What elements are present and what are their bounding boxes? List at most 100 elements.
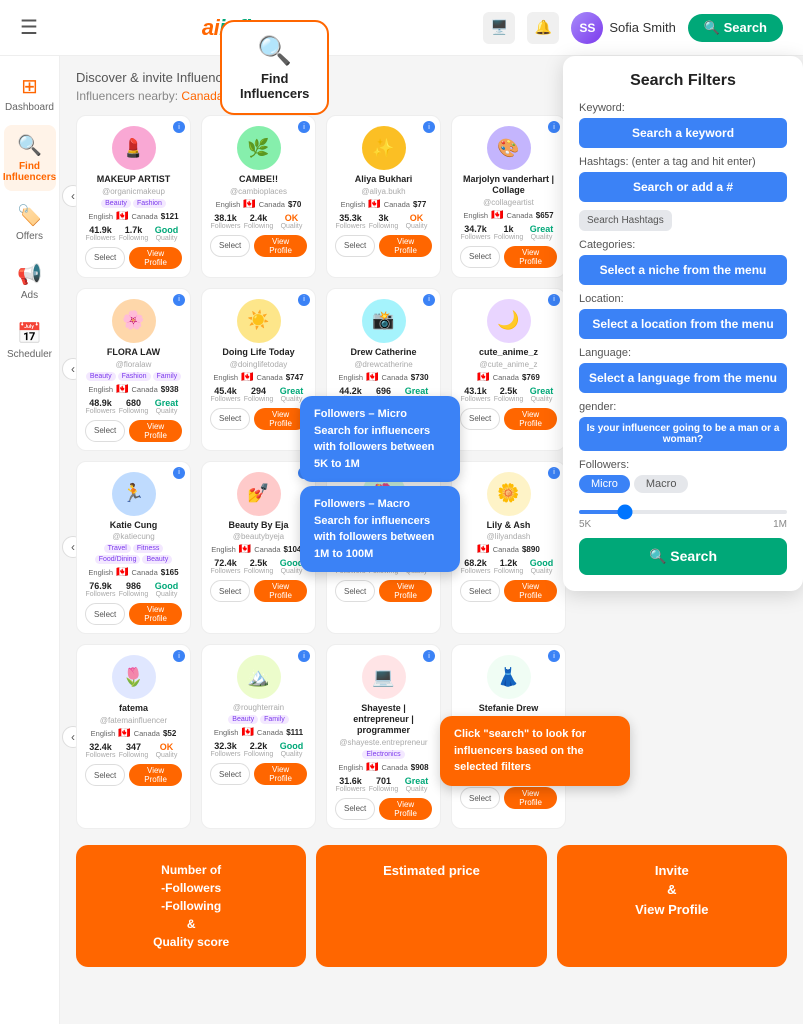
info-icon[interactable]: i [548, 650, 560, 662]
select-button[interactable]: Select [460, 246, 500, 268]
view-profile-button[interactable]: View Profile [129, 764, 182, 786]
micro-tab[interactable]: Micro [579, 475, 630, 493]
gender-button[interactable]: Is your influencer going to be a man or … [579, 417, 787, 451]
select-button[interactable]: Select [210, 580, 250, 602]
influencer-actions: Select View Profile [335, 798, 432, 820]
language-button[interactable]: Select a language from the menu [579, 363, 787, 393]
influencer-actions: Select View Profile [210, 580, 307, 602]
ads-icon: 📢 [17, 262, 42, 287]
following-value: 2.4k [243, 213, 274, 223]
view-profile-button[interactable]: View Profile [254, 235, 307, 257]
select-button[interactable]: Select [85, 764, 125, 786]
avatar: SS [571, 12, 603, 44]
info-icon[interactable]: i [548, 294, 560, 306]
view-profile-button[interactable]: View Profile [504, 580, 557, 602]
info-icon[interactable]: i [298, 121, 310, 133]
view-profile-button[interactable]: View Profile [379, 580, 432, 602]
influencer-actions: Select View Profile [85, 603, 182, 625]
select-button[interactable]: Select [335, 580, 375, 602]
view-profile-button[interactable]: View Profile [504, 408, 557, 430]
influencer-card: i 🌿 CAMBE!! @cambioplaces English🇨🇦Canad… [201, 115, 316, 278]
info-icon[interactable]: i [173, 294, 185, 306]
sidebar-item-dashboard[interactable]: ⊞ Dashboard [4, 66, 56, 121]
view-profile-button[interactable]: View Profile [254, 763, 307, 785]
influencer-card: i 🌙 cute_anime_z @cute_anime_z 🇨🇦Canada$… [451, 288, 566, 451]
influencer-actions: Select View Profile [85, 247, 182, 269]
tooltip-search: Click "search" to look for influencers b… [440, 716, 630, 786]
influencer-handle: @collageartist [460, 198, 557, 207]
keyword-button[interactable]: Search a keyword [579, 118, 787, 148]
followers-label-stat: Followers [85, 408, 116, 415]
find-influencers-label: Find Influencers [240, 71, 309, 101]
view-profile-button[interactable]: View Profile [254, 580, 307, 602]
avatar-wrap[interactable]: SS Sofia Smith [571, 12, 675, 44]
influencer-handle: @organicmakeup [85, 187, 182, 196]
influencer-meta: English🇨🇦Canada$121 [85, 211, 182, 222]
info-icon[interactable]: i [423, 650, 435, 662]
select-button[interactable]: Select [85, 247, 125, 269]
view-profile-button[interactable]: View Profile [379, 798, 432, 820]
influencer-stats: 45.4k Followers 294 Following Great Qual… [210, 386, 307, 403]
select-button[interactable]: Select [210, 235, 250, 257]
influencer-actions: Select View Profile [460, 787, 557, 809]
view-profile-button[interactable]: View Profile [129, 247, 182, 269]
followers-value: 32.4k [85, 742, 116, 752]
influencer-name: Aliya Bukhari [335, 174, 432, 185]
select-button[interactable]: Select [335, 798, 375, 820]
info-icon[interactable]: i [173, 650, 185, 662]
view-profile-button[interactable]: View Profile [129, 420, 182, 442]
influencer-actions: Select View Profile [85, 420, 182, 442]
influencer-name: Stefanie Drew [460, 703, 557, 714]
info-icon[interactable]: i [173, 467, 185, 479]
influencer-meta: English🇨🇦Canada$70 [210, 199, 307, 210]
select-button[interactable]: Select [460, 408, 500, 430]
quality-label: Quality [526, 234, 557, 241]
following-value: 2.2k [243, 741, 274, 751]
info-icon[interactable]: i [548, 121, 560, 133]
hashtag-button[interactable]: Search or add a # [579, 172, 787, 202]
followers-value: 41.9k [85, 225, 116, 235]
location-link[interactable]: Canada [181, 89, 223, 103]
followers-range-slider[interactable] [579, 510, 787, 514]
language-label: Language: [579, 347, 787, 359]
hamburger-icon[interactable]: ☰ [20, 15, 38, 40]
select-button[interactable]: Select [210, 408, 250, 430]
nav-monitor-icon[interactable]: 🖥️ [483, 12, 515, 44]
info-icon[interactable]: i [548, 467, 560, 479]
followers-label-stat: Followers [85, 235, 116, 242]
view-profile-button[interactable]: View Profile [379, 235, 432, 257]
macro-tab[interactable]: Macro [634, 475, 689, 493]
sidebar-item-ads[interactable]: 📢 Ads [4, 254, 56, 309]
info-icon[interactable]: i [173, 121, 185, 133]
influencer-meta: English🇨🇦Canada$77 [335, 199, 432, 210]
nav-bell-icon[interactable]: 🔔 [527, 12, 559, 44]
select-button[interactable]: Select [335, 235, 375, 257]
categories-button[interactable]: Select a niche from the menu [579, 255, 787, 285]
info-icon[interactable]: i [423, 121, 435, 133]
select-button[interactable]: Select [460, 580, 500, 602]
influencer-handle: @shayeste.entrepreneur [335, 738, 432, 747]
view-profile-button[interactable]: View Profile [129, 603, 182, 625]
influencer-stats: 41.9k Followers 1.7k Following Good Qual… [85, 225, 182, 242]
info-icon[interactable]: i [423, 294, 435, 306]
select-button[interactable]: Select [85, 603, 125, 625]
location-button[interactable]: Select a location from the menu [579, 309, 787, 339]
select-button[interactable]: Select [460, 787, 500, 809]
search-hashtags-button[interactable]: Search Hashtags [579, 210, 672, 231]
info-icon[interactable]: i [298, 294, 310, 306]
followers-value: 48.9k [85, 398, 116, 408]
followers-label-stat: Followers [460, 396, 491, 403]
following-label: Following [493, 568, 524, 575]
select-button[interactable]: Select [85, 420, 125, 442]
info-icon[interactable]: i [298, 650, 310, 662]
sidebar-item-scheduler[interactable]: 📅 Scheduler [4, 313, 56, 368]
search-button[interactable]: 🔍 Search [579, 538, 787, 575]
view-profile-button[interactable]: View Profile [504, 787, 557, 809]
view-profile-button[interactable]: View Profile [504, 246, 557, 268]
sidebar-item-find-influencers[interactable]: 🔍 Find Influencers [4, 125, 56, 191]
influencer-card: i 💄 MAKEUP ARTIST @organicmakeup BeautyF… [76, 115, 191, 278]
influencer-meta: 🇨🇦Canada$890 [460, 544, 557, 555]
search-top-button[interactable]: 🔍 Search [688, 14, 783, 42]
sidebar-item-offers[interactable]: 🏷️ Offers [4, 195, 56, 250]
select-button[interactable]: Select [210, 763, 250, 785]
